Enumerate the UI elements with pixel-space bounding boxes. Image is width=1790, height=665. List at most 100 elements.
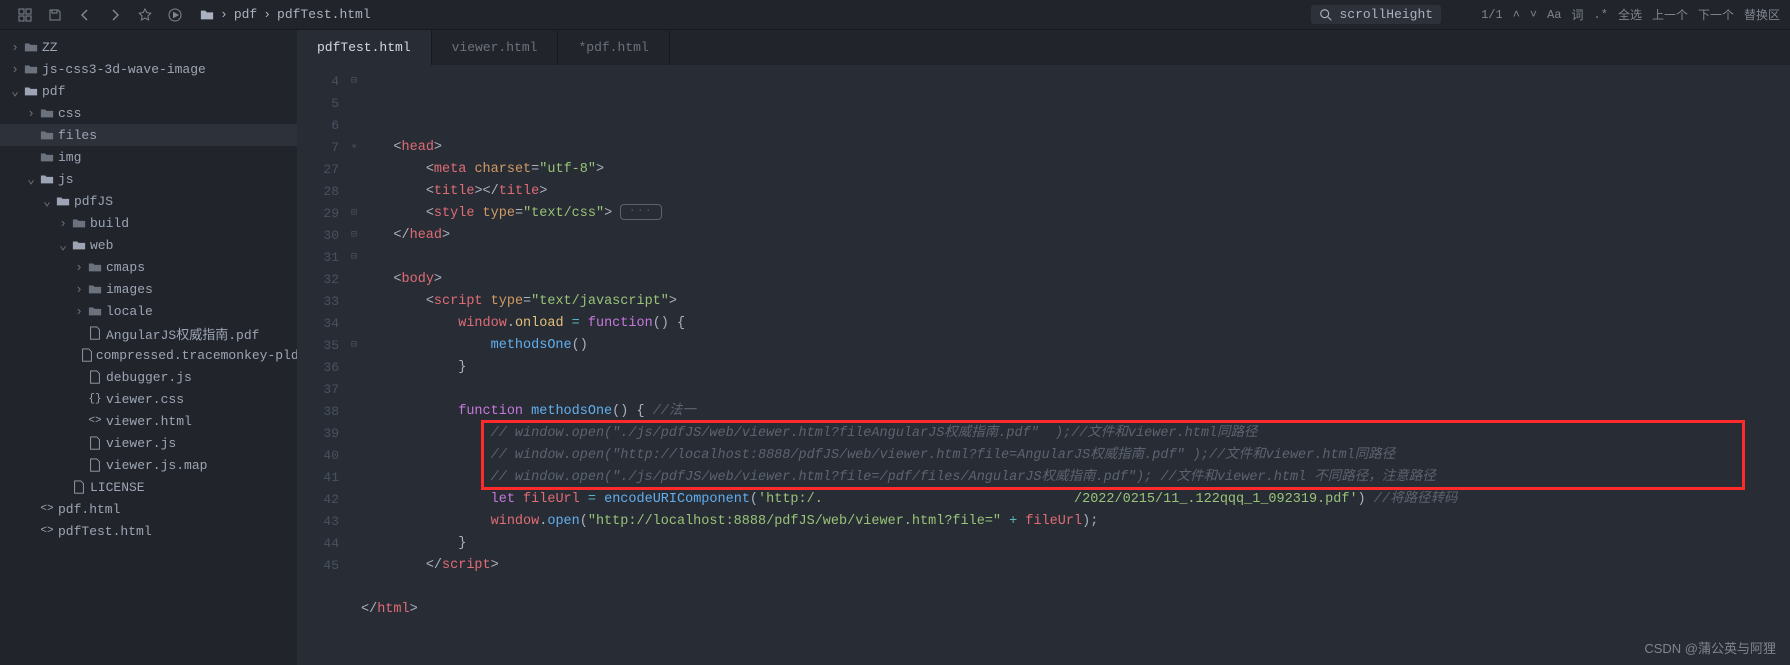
code-line[interactable]: <meta charset="utf-8"> <box>361 159 1790 181</box>
tree-item[interactable]: ›locale <box>0 300 297 322</box>
save-icon[interactable] <box>40 0 70 30</box>
breadcrumb-seg-0[interactable]: pdf <box>234 7 257 22</box>
fold-marker[interactable]: ⊟ <box>347 225 361 247</box>
code-line[interactable]: <style type="text/css"> ··· <box>361 203 1790 225</box>
tree-item[interactable]: LICENSE <box>0 476 297 498</box>
opt-next[interactable]: 下一个 <box>1698 6 1734 23</box>
breadcrumb-seg-1[interactable]: pdfTest.html <box>277 7 371 22</box>
tree-item[interactable]: ›ZZ <box>0 36 297 58</box>
fold-marker[interactable] <box>347 489 361 511</box>
fold-marker[interactable] <box>347 423 361 445</box>
opt-selectall[interactable]: 全选 <box>1618 6 1642 23</box>
breadcrumb[interactable]: › pdf › pdfTest.html <box>200 7 371 22</box>
tree-item[interactable]: AngularJS权威指南.pdf <box>0 322 297 344</box>
opt-aa[interactable]: Aa <box>1547 8 1561 22</box>
code-content[interactable]: <head> <meta charset="utf-8"> <title></t… <box>361 65 1790 665</box>
fold-marker[interactable] <box>347 357 361 379</box>
fold-marker[interactable] <box>347 313 361 335</box>
tree-item[interactable]: ›cmaps <box>0 256 297 278</box>
code-line[interactable]: <script type="text/javascript"> <box>361 291 1790 313</box>
opt-word[interactable]: 词 <box>1572 6 1584 23</box>
fold-marker[interactable]: ∗ <box>347 137 361 159</box>
search-value: scrollHeight <box>1339 7 1433 22</box>
tab[interactable]: pdfTest.html <box>297 30 432 65</box>
fold-marker[interactable] <box>347 181 361 203</box>
nav-down-icon[interactable]: ˅ <box>1530 8 1537 22</box>
tree-item[interactable]: debugger.js <box>0 366 297 388</box>
fold-marker[interactable] <box>347 445 361 467</box>
fold-marker[interactable] <box>347 93 361 115</box>
fold-marker[interactable] <box>347 467 361 489</box>
tree-item[interactable]: viewer.js.map <box>0 454 297 476</box>
tree-item[interactable]: ⌄js <box>0 168 297 190</box>
code-line[interactable]: <head> <box>361 137 1790 159</box>
menu-icon[interactable] <box>10 0 40 30</box>
nav-forward-icon[interactable] <box>100 0 130 30</box>
code-line[interactable]: <title></title> <box>361 181 1790 203</box>
fold-marker[interactable] <box>347 555 361 577</box>
opt-regex[interactable]: .* <box>1594 8 1608 22</box>
fold-marker[interactable]: ⊟ <box>347 335 361 357</box>
tree-item[interactable]: ⌄pdfJS <box>0 190 297 212</box>
fold-marker[interactable] <box>347 115 361 137</box>
tab[interactable]: pdf.html <box>558 30 669 65</box>
tree-item[interactable]: <>pdf.html <box>0 498 297 520</box>
code-line[interactable]: </head> <box>361 225 1790 247</box>
fold-marker[interactable] <box>347 511 361 533</box>
fold-marker[interactable] <box>347 159 361 181</box>
code-line[interactable]: window.open("http://localhost:8888/pdfJS… <box>361 511 1790 533</box>
fold-marker[interactable]: ⊟ <box>347 247 361 269</box>
fold-marker[interactable] <box>347 269 361 291</box>
search-box[interactable]: scrollHeight <box>1311 5 1441 24</box>
code-line[interactable]: window.onload = function() { <box>361 313 1790 335</box>
code-line[interactable]: let fileUrl = encodeURIComponent('http:/… <box>361 489 1790 511</box>
opt-prev[interactable]: 上一个 <box>1652 6 1688 23</box>
star-icon[interactable] <box>130 0 160 30</box>
fold-gutter[interactable]: ⊟ ∗ ⊟⊟⊟ ⊟ <box>347 65 361 665</box>
tree-item-label: pdfTest.html <box>56 524 152 539</box>
code-line[interactable]: } <box>361 533 1790 555</box>
file-explorer[interactable]: ›ZZ›js-css3-3d-wave-image⌄pdf›css files … <box>0 30 297 665</box>
tree-item[interactable]: ⌄pdf <box>0 80 297 102</box>
tree-item[interactable]: compressed.tracemonkey-pldi-0... <box>0 344 297 366</box>
tree-item[interactable]: viewer.js <box>0 432 297 454</box>
folder-icon <box>86 260 104 274</box>
opt-replace[interactable]: 替换区 <box>1744 6 1780 23</box>
code-line[interactable] <box>361 247 1790 269</box>
tree-item[interactable]: ›images <box>0 278 297 300</box>
editor-area[interactable]: 4567272829303132333435363738394041424344… <box>297 65 1790 665</box>
tree-item[interactable]: files <box>0 124 297 146</box>
code-line[interactable]: methodsOne() <box>361 335 1790 357</box>
tree-item[interactable]: ⌄web <box>0 234 297 256</box>
tree-item[interactable]: ›build <box>0 212 297 234</box>
code-line[interactable]: </html> <box>361 599 1790 621</box>
nav-back-icon[interactable] <box>70 0 100 30</box>
fold-marker[interactable] <box>347 401 361 423</box>
code-line[interactable]: // window.open("http://localhost:8888/pd… <box>361 445 1790 467</box>
code-line[interactable] <box>361 577 1790 599</box>
fold-marker[interactable] <box>347 379 361 401</box>
fold-marker[interactable]: ⊟ <box>347 203 361 225</box>
fold-marker[interactable]: ⊟ <box>347 71 361 93</box>
code-line[interactable]: </script> <box>361 555 1790 577</box>
code-line[interactable]: // window.open("./js/pdfJS/web/viewer.ht… <box>361 467 1790 489</box>
run-icon[interactable] <box>160 0 190 30</box>
titlebar: › pdf › pdfTest.html scrollHeight 1/1 ˄ … <box>0 0 1790 30</box>
code-line[interactable] <box>361 379 1790 401</box>
tree-item[interactable]: ›js-css3-3d-wave-image <box>0 58 297 80</box>
code-line[interactable]: // window.open("./js/pdfJS/web/viewer.ht… <box>361 423 1790 445</box>
code-line[interactable]: <body> <box>361 269 1790 291</box>
tree-item[interactable]: <>viewer.html <box>0 410 297 432</box>
code-line[interactable] <box>361 621 1790 643</box>
tab[interactable]: viewer.html <box>432 30 559 65</box>
tree-item[interactable]: <>pdfTest.html <box>0 520 297 542</box>
nav-up-icon[interactable]: ˄ <box>1513 8 1520 22</box>
folder-icon <box>70 216 88 230</box>
code-line[interactable]: function methodsOne() { //法一 <box>361 401 1790 423</box>
tree-item[interactable]: ›css <box>0 102 297 124</box>
tree-item[interactable]: {}viewer.css <box>0 388 297 410</box>
tree-item[interactable]: img <box>0 146 297 168</box>
code-line[interactable]: } <box>361 357 1790 379</box>
fold-marker[interactable] <box>347 533 361 555</box>
fold-marker[interactable] <box>347 291 361 313</box>
